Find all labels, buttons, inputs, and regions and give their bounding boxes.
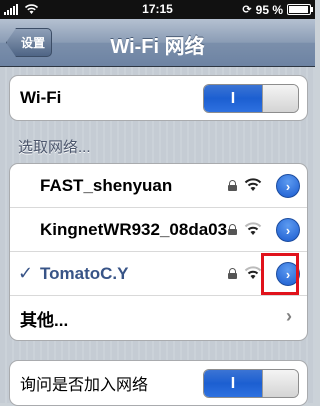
wifi-label: Wi-Fi <box>10 88 61 108</box>
switch-on-indicator: I <box>204 85 262 112</box>
selected-checkmark-icon: ✓ <box>18 263 33 284</box>
navigation-bar: 设置 Wi-Fi 网络 <box>0 19 315 67</box>
battery-icon <box>287 4 311 15</box>
wifi-strength-icon <box>244 266 262 280</box>
switch-on-indicator: I <box>204 370 262 397</box>
wifi-strength-icon <box>244 178 262 192</box>
other-network-row[interactable]: 其他... › <box>10 296 307 340</box>
status-time: 17:15 <box>0 2 315 16</box>
lock-icon <box>228 268 237 279</box>
network-name: KingnetWR932_08da03 <box>10 220 227 240</box>
network-detail-button[interactable]: › <box>276 174 300 198</box>
network-list: FAST_shenyuan › KingnetWR932_08da03 › ✓ … <box>9 163 308 341</box>
switch-knob <box>262 85 298 112</box>
switch-knob <box>262 370 298 397</box>
ask-join-label: 询问是否加入网络 <box>10 371 148 395</box>
network-row-fast-shenyuan[interactable]: FAST_shenyuan › <box>10 164 307 208</box>
section-header-choose-network: 选取网络... <box>18 136 91 157</box>
ask-join-switch[interactable]: I <box>203 369 299 398</box>
lock-icon <box>228 224 237 235</box>
wifi-toggle-group: Wi-Fi I <box>9 75 308 121</box>
highlight-box <box>261 253 299 295</box>
wifi-switch[interactable]: I <box>203 84 299 113</box>
network-name: FAST_shenyuan <box>10 176 172 196</box>
network-row-kingnet[interactable]: KingnetWR932_08da03 › <box>10 208 307 252</box>
page-title: Wi-Fi 网络 <box>0 30 315 59</box>
wifi-strength-icon <box>244 222 262 236</box>
network-detail-button[interactable]: › <box>276 218 300 242</box>
lock-icon <box>228 180 237 191</box>
status-bar: 17:15 ⟳ 95 % <box>0 0 315 19</box>
ask-join-row: 询问是否加入网络 I <box>10 361 307 405</box>
chevron-right-icon: › <box>286 306 292 327</box>
other-label: 其他... <box>10 306 68 331</box>
wifi-row: Wi-Fi I <box>10 76 307 120</box>
ask-join-group: 询问是否加入网络 I <box>9 360 308 406</box>
